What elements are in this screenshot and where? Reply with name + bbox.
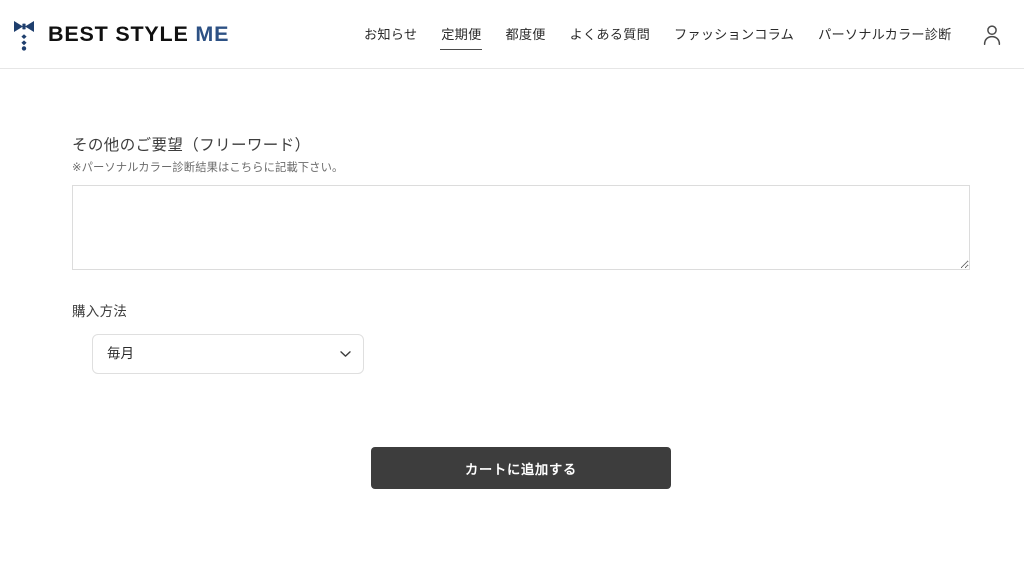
- brand-wordmark: BEST STYLE ME: [48, 21, 230, 46]
- nav-item-teikibin[interactable]: 定期便: [429, 28, 493, 51]
- purchase-method-field-group: 購入方法 毎月: [72, 303, 472, 374]
- brand-text-primary: BEST STYLE: [48, 21, 189, 46]
- brand-logo-link[interactable]: BEST STYLE ME: [12, 0, 229, 69]
- bowtie-logo-icon: [14, 20, 34, 51]
- freeword-textarea[interactable]: [72, 184, 970, 270]
- nav-item-oshirase[interactable]: お知らせ: [352, 28, 429, 41]
- nav-item-personal-color[interactable]: パーソナルカラー診断: [806, 28, 963, 41]
- nav-item-tsudobin[interactable]: 都度便: [493, 28, 557, 41]
- nav-item-fashion-column[interactable]: ファッションコラム: [662, 28, 806, 41]
- add-to-cart-button[interactable]: カートに追加する: [371, 447, 671, 489]
- primary-navigation: お知らせ 定期便 都度便 よくある質問 ファッションコラム パーソナルカラー診断: [352, 0, 964, 69]
- freeword-field-group: その他のご要望（フリーワード） ※パーソナルカラー診断結果はこちらに記載下さい。: [72, 136, 970, 270]
- brand-text-accent: ME: [195, 21, 230, 46]
- purchase-method-label: 購入方法: [72, 304, 128, 319]
- subscription-form: その他のご要望（フリーワード） ※パーソナルカラー診断結果はこちらに記載下さい。…: [0, 69, 1024, 576]
- freeword-note: ※パーソナルカラー診断結果はこちらに記載下さい。: [72, 161, 344, 174]
- submit-row: カートに追加する: [0, 447, 1024, 489]
- purchase-method-select[interactable]: 毎月: [92, 333, 364, 374]
- purchase-method-select-wrapper: 毎月: [92, 333, 364, 374]
- account-person-icon: [983, 24, 1001, 45]
- freeword-label: その他のご要望（フリーワード）: [72, 137, 311, 154]
- site-header: BEST STYLE ME お知らせ 定期便 都度便 よくある質問 ファッション…: [0, 0, 1024, 69]
- nav-item-faq[interactable]: よくある質問: [558, 28, 662, 41]
- account-button[interactable]: [972, 0, 1012, 69]
